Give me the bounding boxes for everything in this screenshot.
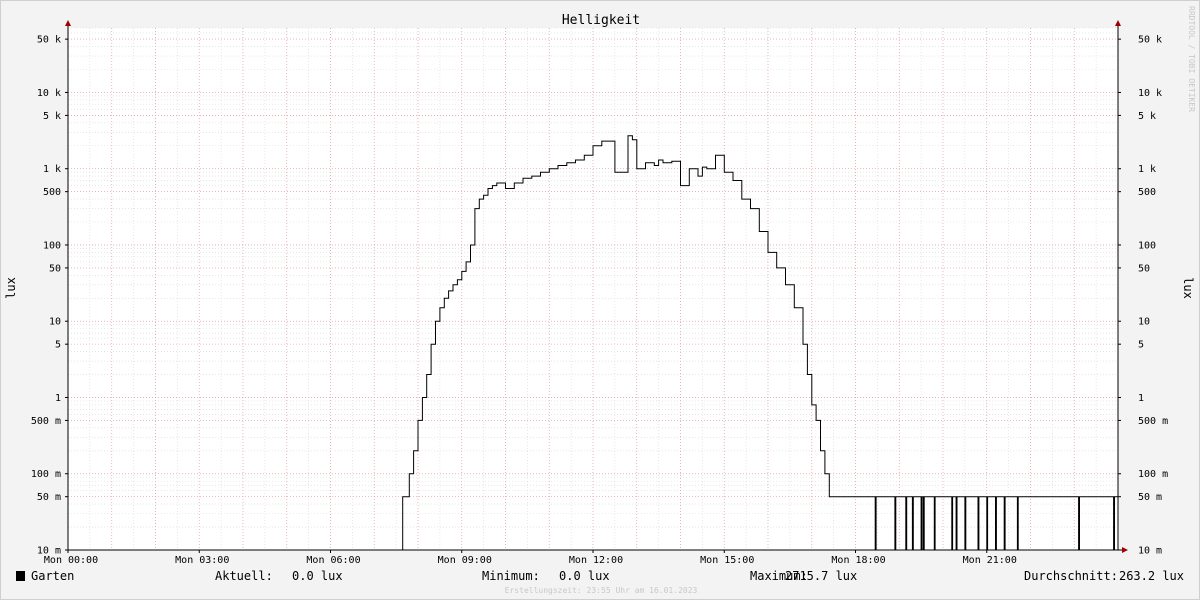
x-tick-label: Mon 18:00 xyxy=(831,555,885,566)
x-tick-label: Mon 21:00 xyxy=(963,555,1017,566)
y-tick-label-right: 50 xyxy=(1138,263,1150,274)
y-tick-label-right: 10 k xyxy=(1138,88,1162,99)
x-axis-arrow xyxy=(1122,547,1128,553)
legend-current-label: Aktuell: xyxy=(215,569,273,583)
y-tick-label-left: 500 xyxy=(43,187,61,198)
y-tick-label-right: 50 m xyxy=(1138,492,1162,503)
y-tick-label-left: 50 m xyxy=(37,492,61,503)
x-tick-label: Mon 15:00 xyxy=(700,555,754,566)
y-axis-arrow-right xyxy=(1115,20,1121,26)
y-tick-label-right: 5 k xyxy=(1138,111,1156,122)
rrdtool-watermark: RRDTOOL / TOBI OETIKER xyxy=(1187,6,1196,112)
legend-max-value: 2715.7 lux xyxy=(785,569,857,583)
y-tick-label-left: 1 xyxy=(55,393,61,404)
y-tick-labels-left: 10 m50 m100 m500 m1510501005001 k5 k10 k… xyxy=(31,35,61,557)
x-tick-label: Mon 03:00 xyxy=(175,555,229,566)
legend-avg-value: 263.2 lux xyxy=(1119,569,1184,583)
footer-timestamp: Erstellungszeit: 23:55 Uhr am 16.01.2023 xyxy=(505,586,698,595)
y-axis-label-left: lux xyxy=(4,277,18,299)
y-tick-label-left: 5 xyxy=(55,340,61,351)
x-tick-label: Mon 12:00 xyxy=(569,555,623,566)
legend-series-name: Garten xyxy=(31,569,74,583)
y-tick-label-right: 10 m xyxy=(1138,546,1162,557)
legend-current-value: 0.0 lux xyxy=(292,569,343,583)
y-tick-label-right: 100 xyxy=(1138,240,1156,251)
chart-frame: 10 m 50 m 100 m 500 m 1 5 10 50 100 500 1 k 5 k 10 k… xyxy=(0,0,1200,600)
y-tick-label-right: 500 m xyxy=(1138,416,1168,427)
x-tick-labels: Mon 00:00 Mon 03:00 Mon 06:00 Mon 09:00 Mon … xyxy=(44,555,1017,566)
y-tick-label-left: 10 k xyxy=(37,88,61,99)
y-tick-label-left: 10 xyxy=(49,317,61,328)
y-tick-label-right: 500 xyxy=(1138,187,1156,198)
y-axis-label-right: lux xyxy=(1181,277,1195,299)
legend-swatch xyxy=(16,571,25,581)
x-tick-label: Mon 09:00 xyxy=(438,555,492,566)
legend-avg-label: Durchschnitt: xyxy=(1024,569,1118,583)
legend-min-label: Minimum: xyxy=(482,569,540,583)
y-tick-label-right: 1 xyxy=(1138,393,1144,404)
y-tick-label-right: 100 m xyxy=(1138,469,1168,480)
y-tick-label-right: 5 xyxy=(1138,340,1144,351)
y-tick-label-left: 1 k xyxy=(43,164,61,175)
y-tick-label-left: 5 k xyxy=(43,111,61,122)
chart-title: Helligkeit xyxy=(562,13,640,28)
y-tick-label-left: 100 m xyxy=(31,469,61,480)
x-tick-label: Mon 06:00 xyxy=(306,555,360,566)
y-tick-label-right: 50 k xyxy=(1138,35,1162,46)
y-tick-label-left: 50 k xyxy=(37,35,61,46)
chart-svg: 10 m 50 m 100 m 500 m 1 5 10 50 100 500 1 k 5 k 10 k… xyxy=(4,6,1196,595)
y-tick-label-left: 500 m xyxy=(31,416,61,427)
y-tick-label-left: 50 xyxy=(49,263,61,274)
y-tick-labels-right: 10 m 50 m 100 m 500 m 1 5 10 50 100 500 1 k 5 k 10 k… xyxy=(1138,35,1168,557)
x-tick-label: Mon 00:00 xyxy=(44,555,98,566)
y-tick-label-right: 1 k xyxy=(1138,164,1156,175)
y-tick-label-right: 10 xyxy=(1138,317,1150,328)
y-tick-label-left: 100 xyxy=(43,240,61,251)
y-axis-arrow-left xyxy=(65,20,71,26)
legend-min-value: 0.0 lux xyxy=(559,569,610,583)
